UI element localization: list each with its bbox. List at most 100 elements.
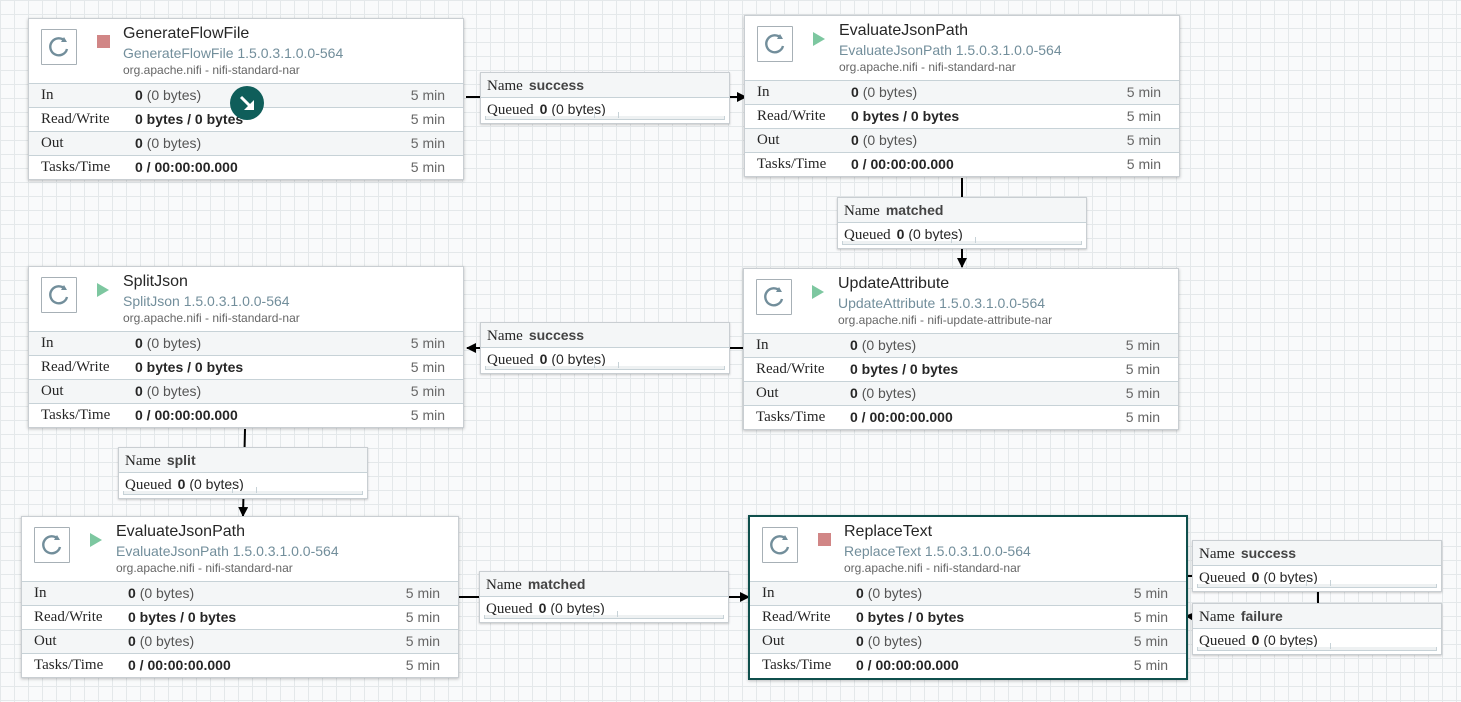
stat-window: 5 min [1133,585,1168,601]
stat-window: 5 min [410,407,445,423]
bulletin-icon[interactable] [230,86,264,120]
connection-label-success-1[interactable]: Name success Queued 0 (0 bytes) [480,72,730,124]
processor-evaluatejsonpath-1[interactable]: EvaluateJsonPath EvaluateJsonPath 1.5.0.… [744,15,1180,177]
processor-bundle: org.apache.nifi - nifi-standard-nar [844,561,1021,575]
stat-row-out: Out 0 (0 bytes) 5 min [750,629,1186,653]
stat-window: 5 min [1125,409,1160,425]
stat-value: 0 (0 bytes) [856,633,923,649]
running-state-icon[interactable] [813,32,825,46]
stat-label: In [756,337,769,353]
processor-bundle: org.apache.nifi - nifi-update-attribute-… [838,313,1053,327]
queue-bar [1197,643,1437,651]
stat-window: 5 min [410,135,445,151]
stat-label: In [41,335,54,351]
processor-type: UpdateAttribute 1.5.0.3.1.0.0-564 [838,295,1046,311]
stat-value: 0 / 00:00:00.000 [135,407,238,423]
stat-window: 5 min [1133,609,1168,625]
stat-row-readwrite: Read/Write 0 bytes / 0 bytes 5 min [750,605,1186,629]
stat-label: Read/Write [41,111,110,127]
stat-value: 0 (0 bytes) [135,135,202,151]
connection-label-matched-2[interactable]: Name matched Queued 0 (0 bytes) [479,571,729,623]
connection-name: Name success [481,73,729,98]
connection-name: Name matched [480,572,728,597]
stat-value: 0 / 00:00:00.000 [850,409,953,425]
processor-replacetext[interactable]: ReplaceText ReplaceText 1.5.0.3.1.0.0-56… [748,515,1188,680]
stat-window: 5 min [1126,84,1161,100]
processor-stats: In 0 (0 bytes) 5 min Read/Write 0 bytes / 0… [745,80,1179,176]
queue-bar [123,487,363,495]
stat-value: 0 bytes / 0 bytes [135,111,244,127]
stat-row-tasks: Tasks/Time 0 / 00:00:00.000 5 min [744,405,1178,429]
connection-label-split[interactable]: Name split Queued 0 (0 bytes) [118,447,368,499]
stat-window: 5 min [405,609,440,625]
stat-value: 0 (0 bytes) [135,335,202,351]
processor-type: EvaluateJsonPath 1.5.0.3.1.0.0-564 [839,42,1062,58]
processor-bundle: org.apache.nifi - nifi-standard-nar [123,63,300,77]
stat-value: 0 (0 bytes) [851,84,918,100]
connection-label-success-3[interactable]: Name success Queued 0 (0 bytes) [1192,540,1442,592]
stat-row-tasks: Tasks/Time 0 / 00:00:00.000 5 min [29,403,463,427]
stat-label: Tasks/Time [34,657,104,673]
stat-window: 5 min [405,657,440,673]
stat-window: 5 min [1133,657,1168,673]
connection-label-failure[interactable]: Name failure Queued 0 (0 bytes) [1192,603,1442,655]
stat-label: Read/Write [34,609,103,625]
stat-row-out: Out 0 (0 bytes) 5 min [29,131,463,155]
queue-bar [485,362,725,370]
connection-queued: Queued 0 (0 bytes) [481,348,729,372]
stat-label: Tasks/Time [762,657,832,673]
stat-value: 0 bytes / 0 bytes [856,609,965,625]
stat-value: 0 (0 bytes) [850,337,917,353]
queue-bar [484,611,724,619]
stat-label: Out [41,383,64,399]
processor-updateattribute[interactable]: UpdateAttribute UpdateAttribute 1.5.0.3.… [743,268,1179,430]
stat-value: 0 / 00:00:00.000 [851,156,954,172]
connection-name: Name matched [838,198,1086,223]
stopped-state-icon[interactable] [818,533,831,546]
stopped-state-icon[interactable] [97,35,110,48]
running-state-icon[interactable] [812,285,824,299]
stat-row-out: Out 0 (0 bytes) 5 min [22,629,458,653]
stat-row-in: In 0 (0 bytes) 5 min [745,80,1179,104]
stat-value: 0 bytes / 0 bytes [135,359,244,375]
processor-name: EvaluateJsonPath [839,22,968,39]
processor-stats: In 0 (0 bytes) 5 min Read/Write 0 bytes / 0… [22,581,458,677]
stat-row-readwrite: Read/Write 0 bytes / 0 bytes 5 min [744,357,1178,381]
processor-splitjson[interactable]: SplitJson SplitJson 1.5.0.3.1.0.0-564 or… [28,266,464,428]
stat-label: Read/Write [757,108,826,124]
connection-queued: Queued 0 (0 bytes) [480,597,728,621]
stat-window: 5 min [1125,361,1160,377]
processor-name: ReplaceText [844,523,933,540]
stat-label: Out [762,633,785,649]
stat-label: In [34,585,47,601]
stat-label: Out [41,135,64,151]
running-state-icon[interactable] [97,283,109,297]
processor-name: GenerateFlowFile [123,25,250,42]
stat-label: In [762,585,775,601]
stat-label: Tasks/Time [41,159,111,175]
stat-window: 5 min [1126,108,1161,124]
stat-window: 5 min [410,335,445,351]
connection-label-success-2[interactable]: Name success Queued 0 (0 bytes) [480,322,730,374]
stat-window: 5 min [405,585,440,601]
processor-icon [756,279,792,315]
stat-row-tasks: Tasks/Time 0 / 00:00:00.000 5 min [22,653,458,677]
processor-type: ReplaceText 1.5.0.3.1.0.0-564 [844,543,1031,559]
stat-window: 5 min [410,383,445,399]
stat-label: Tasks/Time [41,407,111,423]
stat-value: 0 bytes / 0 bytes [851,108,960,124]
processor-stats: In 0 (0 bytes) 5 min Read/Write 0 bytes / 0… [750,581,1186,677]
running-state-icon[interactable] [90,533,102,547]
connection-label-matched-1[interactable]: Name matched Queued 0 (0 bytes) [837,197,1087,249]
stat-window: 5 min [410,87,445,103]
processor-icon [41,277,77,313]
stat-row-in: In 0 (0 bytes) 5 min [29,331,463,355]
processor-evaluatejsonpath-2[interactable]: EvaluateJsonPath EvaluateJsonPath 1.5.0.… [21,516,459,678]
processor-icon [762,527,798,563]
queue-bar [1197,580,1437,588]
stat-label: In [757,84,770,100]
stat-value: 0 (0 bytes) [850,385,917,401]
stat-row-tasks: Tasks/Time 0 / 00:00:00.000 5 min [745,152,1179,176]
processor-name: EvaluateJsonPath [116,523,245,540]
stat-row-in: In 0 (0 bytes) 5 min [750,581,1186,605]
